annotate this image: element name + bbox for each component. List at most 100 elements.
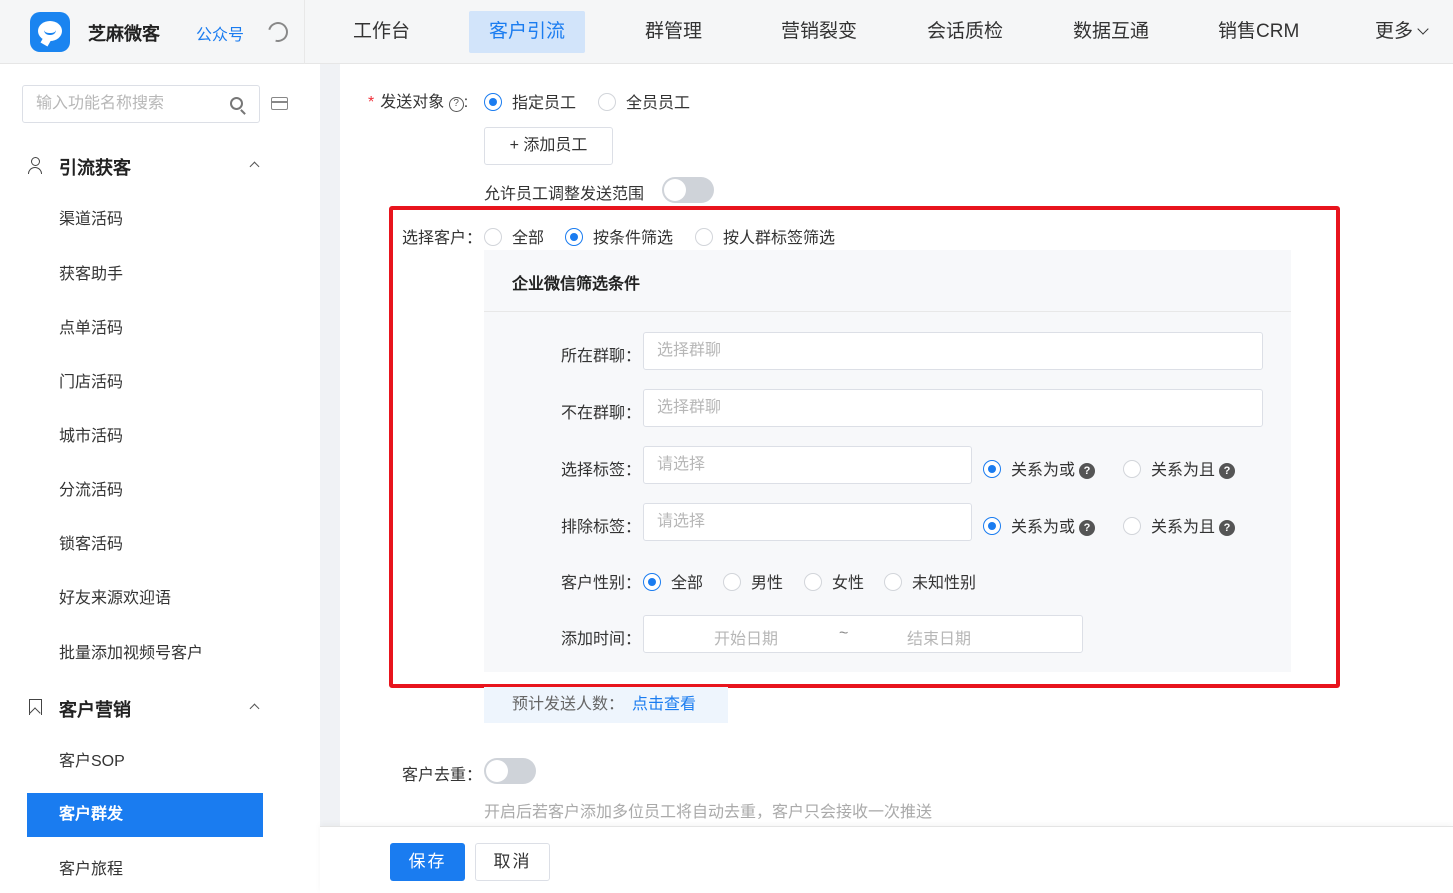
gender-label: 客户性别： bbox=[561, 575, 642, 592]
sidebar-item-welcome-message[interactable]: 好友来源欢迎语 bbox=[27, 577, 263, 621]
nav-more-label: 更多 bbox=[1375, 21, 1414, 42]
chevron-up-icon bbox=[249, 703, 260, 714]
radio-label: 全员员工 bbox=[626, 95, 691, 112]
radio-dot bbox=[643, 573, 661, 591]
brand-name: 芝麻微客 bbox=[88, 24, 160, 44]
divider bbox=[484, 311, 1291, 312]
search-icon[interactable] bbox=[230, 97, 243, 110]
chevron-down-icon bbox=[1417, 23, 1429, 35]
official-account-link[interactable]: 公众号 bbox=[196, 21, 244, 45]
radio-label: 关系为且 bbox=[1151, 519, 1216, 536]
select-customer-label: 选择客户： bbox=[402, 230, 483, 247]
estimate-label: 预计发送人数： bbox=[512, 696, 625, 713]
user-add-icon bbox=[28, 157, 44, 174]
nav-item-workbench[interactable]: 工作台 bbox=[333, 11, 430, 53]
exclude-tag-input[interactable] bbox=[644, 504, 971, 540]
radio-select-tag-and[interactable]: 关系为且? bbox=[1123, 456, 1236, 480]
sidebar-item-store-code[interactable]: 门店活码 bbox=[27, 361, 263, 405]
sidebar-group-acquisition[interactable]: 引流获客 bbox=[28, 154, 268, 178]
radio-label: 未知性别 bbox=[912, 575, 977, 592]
radio-dot bbox=[484, 228, 502, 246]
radio-customer-by-tag[interactable]: 按人群标签筛选 bbox=[695, 224, 835, 248]
question-icon[interactable]: ? bbox=[1219, 463, 1236, 479]
sidebar: 引流获客 渠道活码 获客助手 点单活码 门店活码 城市活码 分流活码 锁客活码 … bbox=[0, 64, 320, 893]
cancel-button[interactable]: 取消 bbox=[475, 843, 550, 881]
radio-label: 关系为或 bbox=[1011, 519, 1076, 536]
chevron-up-icon bbox=[249, 161, 260, 172]
question-icon[interactable]: ? bbox=[1079, 520, 1096, 536]
send-target-text: 发送对象 bbox=[380, 94, 445, 111]
select-tag-label: 选择标签： bbox=[561, 462, 642, 479]
top-bar: 芝麻微客 公众号 工作台 客户引流 群管理 营销裂变 会话质检 数据互通 销售C… bbox=[0, 0, 1453, 64]
sidebar-item-acquisition-assistant[interactable]: 获客助手 bbox=[27, 253, 263, 297]
start-date-placeholder: 开始日期 bbox=[714, 631, 779, 648]
moon-icon[interactable] bbox=[264, 18, 292, 46]
nav-item-session-qc[interactable]: 会话质检 bbox=[907, 11, 1023, 53]
sidebar-item-channel-code[interactable]: 渠道活码 bbox=[27, 198, 263, 242]
nav-item-sales-crm[interactable]: 销售CRM bbox=[1198, 11, 1319, 53]
sidebar-group-marketing[interactable]: 客户营销 bbox=[28, 696, 268, 720]
view-estimate-link[interactable]: 点击查看 bbox=[632, 696, 696, 713]
radio-dot bbox=[695, 228, 713, 246]
radio-dot bbox=[1123, 460, 1141, 478]
not-in-group-label: 不在群聊： bbox=[561, 405, 642, 422]
radio-customer-all[interactable]: 全部 bbox=[484, 224, 544, 248]
question-icon[interactable]: ? bbox=[448, 97, 464, 112]
in-group-label: 所在群聊： bbox=[561, 348, 642, 365]
add-employee-label: 添加员工 bbox=[523, 137, 588, 154]
date-range-separator: ~ bbox=[839, 625, 849, 642]
dedupe-toggle[interactable] bbox=[484, 758, 536, 784]
sidebar-item-customer-broadcast[interactable]: 客户群发 bbox=[27, 793, 263, 837]
question-icon[interactable]: ? bbox=[1219, 520, 1236, 536]
add-employee-button[interactable]: + 添加员工 bbox=[484, 127, 613, 165]
radio-gender-all[interactable]: 全部 bbox=[643, 569, 703, 593]
in-group-input[interactable] bbox=[644, 333, 1262, 369]
radio-all-employees[interactable]: 全员员工 bbox=[598, 89, 690, 113]
allow-adjust-label: 允许员工调整发送范围 bbox=[484, 186, 645, 203]
radio-exclude-tag-and[interactable]: 关系为且? bbox=[1123, 513, 1236, 537]
radio-label: 全部 bbox=[671, 575, 704, 592]
radio-gender-male[interactable]: 男性 bbox=[723, 569, 783, 593]
exclude-tag-label: 排除标签： bbox=[561, 519, 642, 536]
sidebar-group-title: 客户营销 bbox=[59, 700, 131, 720]
brand-area: 芝麻微客 公众号 bbox=[0, 0, 305, 64]
save-button[interactable]: 保存 bbox=[390, 843, 465, 881]
radio-select-tag-or[interactable]: 关系为或? bbox=[983, 456, 1096, 480]
required-mark: * bbox=[368, 94, 375, 111]
not-in-group-input[interactable] bbox=[644, 390, 1262, 426]
radio-exclude-tag-or[interactable]: 关系为或? bbox=[983, 513, 1096, 537]
nav-item-data-sync[interactable]: 数据互通 bbox=[1053, 11, 1169, 53]
radio-customer-by-condition[interactable]: 按条件筛选 bbox=[565, 224, 673, 248]
nav-item-group-management[interactable]: 群管理 bbox=[625, 11, 722, 53]
allow-adjust-toggle[interactable] bbox=[662, 177, 714, 203]
sidebar-item-customer-journey[interactable]: 客户旅程 bbox=[27, 848, 263, 892]
radio-dot bbox=[1123, 517, 1141, 535]
sidebar-item-lock-code[interactable]: 锁客活码 bbox=[27, 523, 263, 567]
date-range-picker[interactable]: 开始日期 ~ 结束日期 bbox=[643, 615, 1083, 653]
nav-item-customer-acquisition[interactable]: 客户引流 bbox=[469, 11, 586, 53]
end-date-placeholder: 结束日期 bbox=[907, 631, 972, 648]
card-icon[interactable] bbox=[271, 97, 288, 110]
radio-specified-employee[interactable]: 指定员工 bbox=[484, 89, 576, 113]
function-search-box bbox=[22, 85, 260, 123]
sidebar-item-order-code[interactable]: 点单活码 bbox=[27, 307, 263, 351]
radio-dot bbox=[983, 460, 1001, 478]
sidebar-item-batch-add-video[interactable]: 批量添加视频号客户 bbox=[27, 632, 263, 676]
radio-gender-unknown[interactable]: 未知性别 bbox=[884, 569, 976, 593]
radio-gender-female[interactable]: 女性 bbox=[804, 569, 864, 593]
select-tag-input[interactable] bbox=[644, 447, 971, 483]
radio-dot bbox=[723, 573, 741, 591]
filter-title: 企业微信筛选条件 bbox=[512, 276, 641, 293]
radio-label: 关系为且 bbox=[1151, 462, 1216, 479]
function-search-input[interactable] bbox=[23, 86, 213, 122]
not-in-group-field bbox=[643, 389, 1263, 427]
exclude-tag-field bbox=[643, 503, 972, 541]
nav-item-more[interactable]: 更多 bbox=[1355, 11, 1447, 53]
sidebar-item-split-code[interactable]: 分流活码 bbox=[27, 469, 263, 513]
nav-item-marketing-fission[interactable]: 营销裂变 bbox=[761, 11, 877, 53]
sidebar-item-city-code[interactable]: 城市活码 bbox=[27, 415, 263, 459]
sidebar-item-customer-sop[interactable]: 客户SOP bbox=[27, 740, 263, 784]
radio-label: 指定员工 bbox=[512, 95, 577, 112]
footer-bar: 保存 取消 bbox=[320, 826, 1453, 893]
question-icon[interactable]: ? bbox=[1079, 463, 1096, 479]
